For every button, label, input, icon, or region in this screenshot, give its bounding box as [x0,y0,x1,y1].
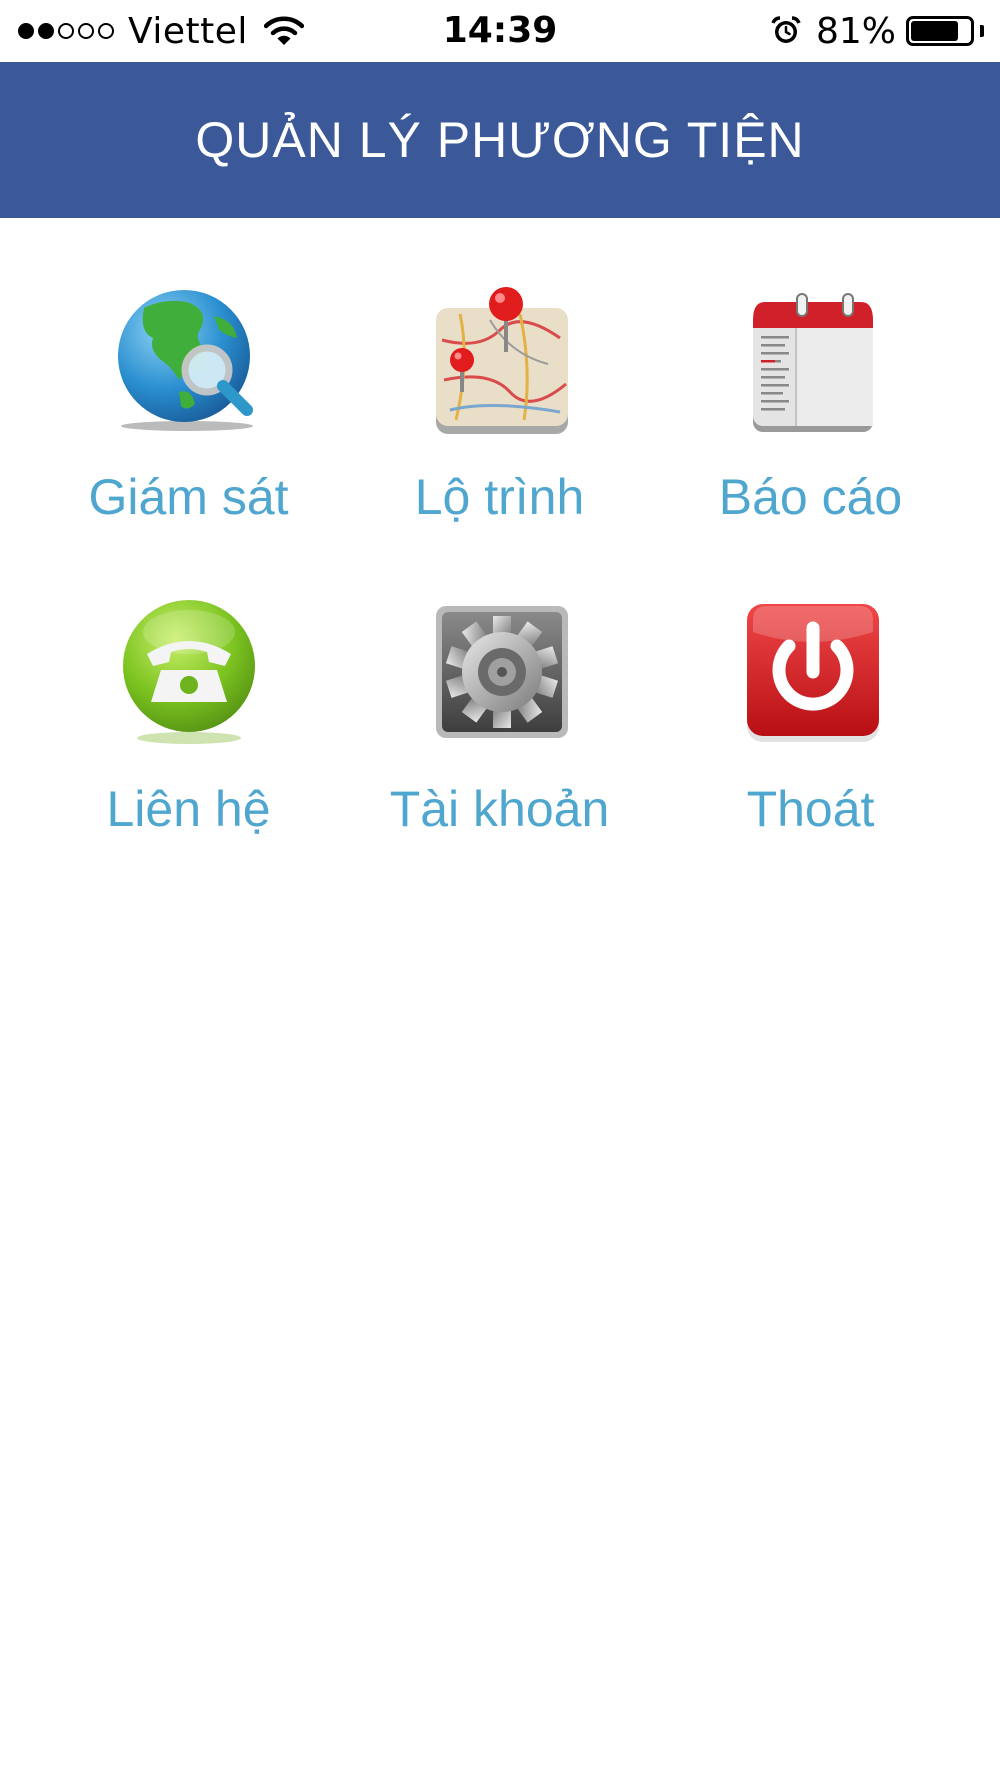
page-title: QUẢN LÝ PHƯƠNG TIỆN [195,112,805,168]
menu-item-label: Thoát [746,781,875,837]
calendar-report-icon [752,293,873,432]
phone-icon [122,600,255,744]
gear-icon [435,606,568,738]
menu-item-bao-cao[interactable]: Báo cáo [644,280,977,526]
menu-item-giam-sat[interactable]: Giám sát [22,280,355,526]
battery-percent: 81% [815,10,896,52]
menu-item-label: Liên hệ [106,781,271,837]
menu-item-label: Báo cáo [718,469,903,525]
alarm-icon [771,16,801,43]
power-icon [746,604,879,742]
map-pins-icon [435,287,568,434]
menu-item-lo-trinh[interactable]: Lộ trình [333,280,666,526]
battery-tip [980,25,984,37]
menu-item-thoat[interactable]: Thoát [644,592,977,838]
battery-icon [906,16,974,46]
menu-item-tai-khoan[interactable]: Tài khoản [333,592,666,838]
menu-item-label: Lộ trình [414,469,585,525]
status-right: 81% [770,8,984,54]
battery-fill [911,21,958,41]
menu-item-label: Giám sát [88,469,289,525]
app-header: QUẢN LÝ PHƯƠNG TIỆN [0,62,1000,218]
status-bar: Viettel 14:39 81% [0,0,1000,62]
globe-search-icon [117,290,253,431]
menu-item-label: Tài khoản [389,781,610,837]
menu-item-lien-he[interactable]: Liên hệ [22,592,355,838]
